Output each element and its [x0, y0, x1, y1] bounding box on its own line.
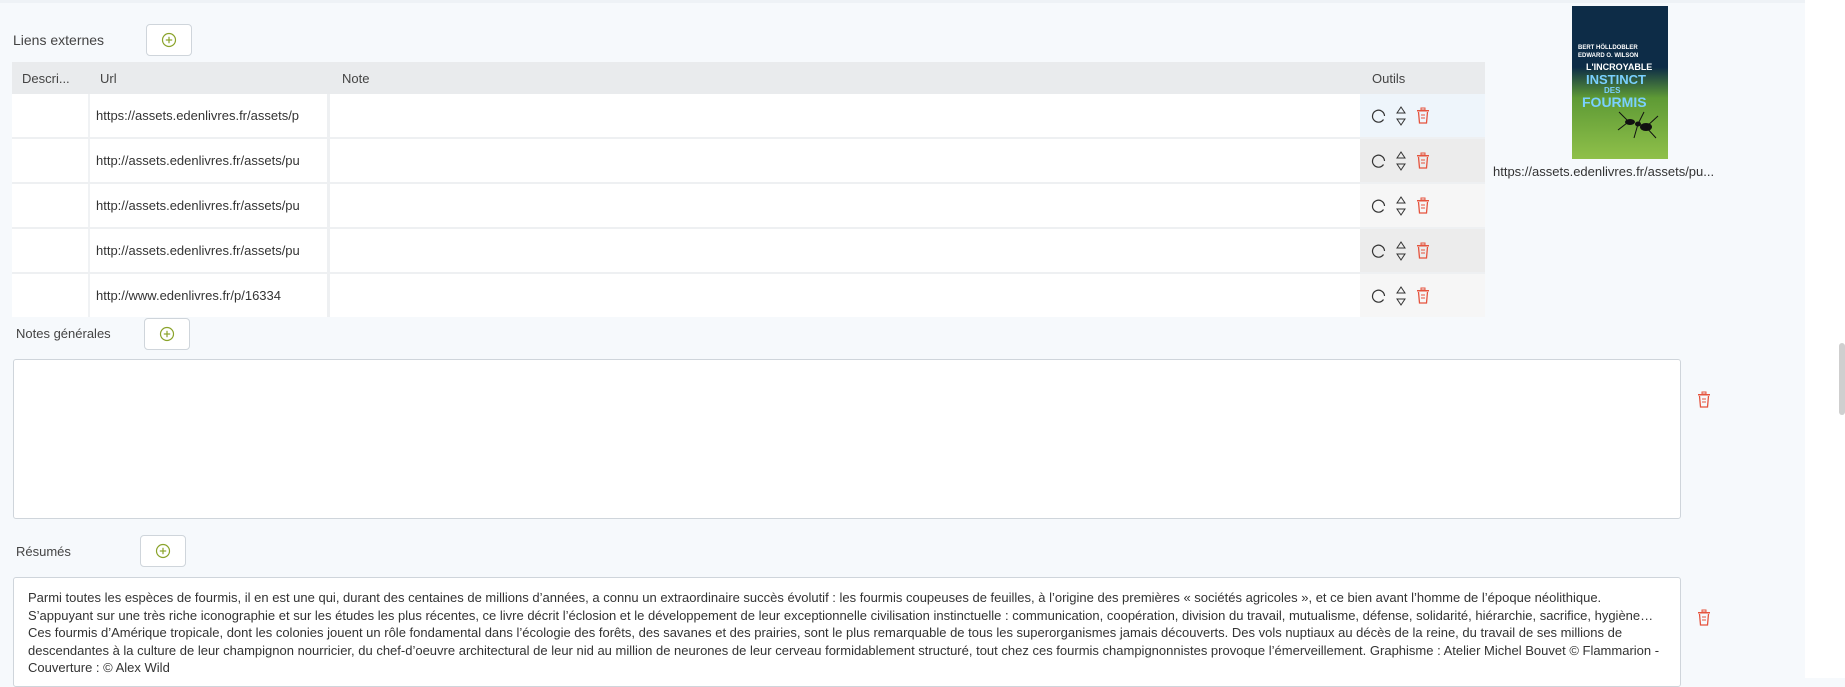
row-tools	[1360, 94, 1485, 137]
plus-circle-icon	[161, 32, 177, 48]
description-input[interactable]	[12, 184, 90, 227]
circle-icon[interactable]	[1371, 288, 1387, 304]
page: Liens externes Descri... Url Note Outils…	[0, 0, 1805, 687]
table-row: https://assets.edenlivres.fr/assets/p	[12, 94, 1485, 137]
top-divider	[0, 0, 1805, 3]
add-summary-button[interactable]	[140, 535, 186, 567]
note-input[interactable]	[330, 184, 1360, 227]
add-general-note-button[interactable]	[144, 318, 190, 350]
column-note[interactable]: Note	[330, 71, 1360, 86]
column-description[interactable]: Descri...	[12, 71, 90, 86]
note-input[interactable]	[330, 139, 1360, 182]
trash-icon[interactable]	[1696, 609, 1712, 632]
description-input[interactable]	[12, 274, 90, 317]
scrollbar-thumb[interactable]	[1839, 343, 1845, 415]
circle-icon[interactable]	[1371, 108, 1387, 124]
table-row: http://www.edenlivres.fr/p/16334	[12, 272, 1485, 317]
url-input[interactable]: http://assets.edenlivres.fr/assets/pu	[90, 139, 330, 182]
trash-icon[interactable]	[1415, 197, 1431, 215]
trash-icon[interactable]	[1415, 287, 1431, 305]
up-down-chevron-icon[interactable]	[1395, 239, 1407, 263]
table-row: http://assets.edenlivres.fr/assets/pu	[12, 182, 1485, 227]
row-tools	[1360, 274, 1485, 317]
general-notes-label: Notes générales	[16, 326, 111, 341]
trash-icon[interactable]	[1415, 152, 1431, 170]
plus-circle-icon	[159, 326, 175, 342]
up-down-chevron-icon[interactable]	[1395, 104, 1407, 128]
vertical-scrollbar[interactable]	[1805, 0, 1845, 678]
url-input[interactable]: https://assets.edenlivres.fr/assets/p	[90, 94, 330, 137]
circle-icon[interactable]	[1371, 243, 1387, 259]
general-notes-textarea[interactable]	[13, 359, 1681, 519]
cover-image[interactable]: BERT HÖLLDOBLER EDWARD O. WILSON L'INCRO…	[1572, 6, 1668, 159]
description-input[interactable]	[12, 94, 90, 137]
row-tools	[1360, 139, 1485, 182]
trash-icon[interactable]	[1415, 107, 1431, 125]
cover-image-url[interactable]: https://assets.edenlivres.fr/assets/pu..…	[1493, 164, 1743, 179]
table-header: Descri... Url Note Outils	[12, 62, 1485, 94]
note-input[interactable]	[330, 229, 1360, 272]
up-down-chevron-icon[interactable]	[1395, 194, 1407, 218]
ant-illustration	[1617, 111, 1659, 139]
external-links-label: Liens externes	[13, 32, 105, 48]
trash-icon[interactable]	[1415, 242, 1431, 260]
url-input[interactable]: http://www.edenlivres.fr/p/16334	[90, 274, 330, 317]
row-tools	[1360, 229, 1485, 272]
url-input[interactable]: http://assets.edenlivres.fr/assets/pu	[90, 229, 330, 272]
row-tools	[1360, 184, 1485, 227]
note-input[interactable]	[330, 274, 1360, 317]
note-input[interactable]	[330, 94, 1360, 137]
description-input[interactable]	[12, 229, 90, 272]
description-input[interactable]	[12, 139, 90, 182]
url-input[interactable]: http://assets.edenlivres.fr/assets/pu	[90, 184, 330, 227]
add-external-link-button[interactable]	[146, 24, 192, 56]
table-row: http://assets.edenlivres.fr/assets/pu	[12, 227, 1485, 272]
summary-textarea[interactable]: Parmi toutes les espèces de fourmis, il …	[13, 577, 1681, 687]
trash-icon[interactable]	[1696, 391, 1712, 414]
circle-icon[interactable]	[1371, 153, 1387, 169]
column-tools: Outils	[1372, 70, 1406, 86]
table-row: http://assets.edenlivres.fr/assets/pu	[12, 137, 1485, 182]
external-links-table: Descri... Url Note Outils https://assets…	[12, 62, 1485, 317]
up-down-chevron-icon[interactable]	[1395, 149, 1407, 173]
summaries-label: Résumés	[16, 544, 71, 559]
up-down-chevron-icon[interactable]	[1395, 284, 1407, 308]
column-url[interactable]: Url	[90, 71, 330, 86]
plus-circle-icon	[155, 543, 171, 559]
circle-icon[interactable]	[1371, 198, 1387, 214]
